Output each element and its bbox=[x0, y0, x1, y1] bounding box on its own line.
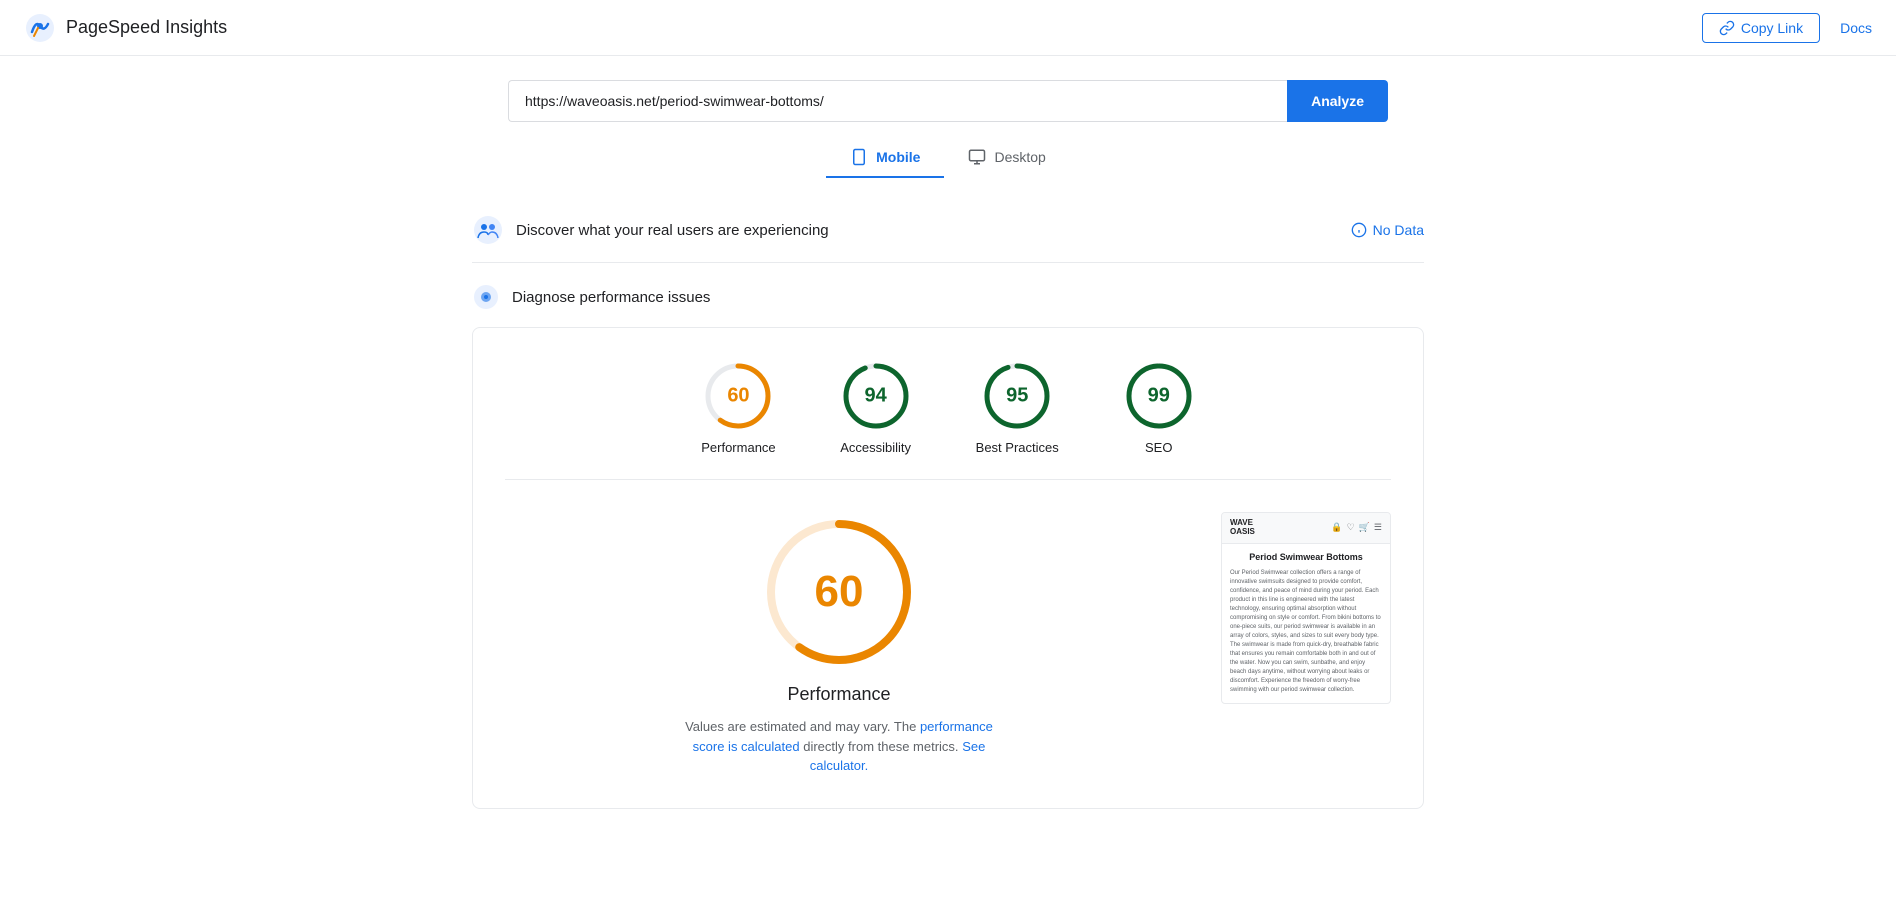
score-number-seo: 99 bbox=[1148, 385, 1170, 408]
menu-icon: ☰ bbox=[1374, 522, 1382, 533]
diagnose-text: Diagnose performance issues bbox=[512, 289, 710, 306]
discover-section: Discover what your real users are experi… bbox=[472, 198, 1424, 263]
score-item-seo[interactable]: 99 SEO bbox=[1123, 360, 1195, 455]
discover-text: Discover what your real users are experi… bbox=[516, 222, 829, 239]
analyze-button[interactable]: Analyze bbox=[1287, 80, 1388, 122]
preview-header-icons: 🔒 ♡ 🛒 ☰ bbox=[1331, 522, 1382, 533]
score-circle-best-practices: 95 bbox=[981, 360, 1053, 432]
large-perf-title: Performance bbox=[787, 684, 890, 705]
score-number-accessibility: 94 bbox=[865, 385, 887, 408]
url-input-wrap: Analyze bbox=[508, 80, 1388, 122]
no-data-label: No Data bbox=[1373, 222, 1424, 238]
perf-note: Values are estimated and may vary. The p… bbox=[669, 717, 1009, 776]
perf-note-text1: Values are estimated and may vary. The bbox=[685, 719, 916, 734]
preview-logo-line2: OASIS bbox=[1230, 528, 1255, 537]
main-content: Discover what your real users are experi… bbox=[448, 198, 1448, 809]
preview-logo: WAVE OASIS bbox=[1230, 519, 1255, 537]
score-number-performance: 60 bbox=[727, 385, 749, 408]
pagespeed-logo-icon bbox=[24, 12, 56, 44]
tabs-section: Mobile Desktop bbox=[0, 138, 1896, 178]
large-performance-gauge: 60 bbox=[759, 512, 919, 672]
preview-body: Period Swimwear Bottoms Our Period Swimw… bbox=[1222, 544, 1390, 704]
score-number-best-practices: 95 bbox=[1006, 385, 1028, 408]
info-icon bbox=[1351, 222, 1367, 238]
preview-page-title: Period Swimwear Bottoms bbox=[1230, 552, 1382, 564]
header-right: Copy Link Docs bbox=[1702, 13, 1872, 43]
perf-note-text3: directly from these metrics. bbox=[803, 739, 958, 754]
score-label-best-practices: Best Practices bbox=[976, 440, 1059, 455]
scores-row: 60 Performance 94 Accessibility bbox=[505, 360, 1391, 480]
desktop-icon bbox=[968, 148, 986, 166]
preview-col: WAVE OASIS 🔒 ♡ 🛒 ☰ Period Swimwear Botto… bbox=[1221, 512, 1391, 704]
score-circle-seo: 99 bbox=[1123, 360, 1195, 432]
score-item-accessibility[interactable]: 94 Accessibility bbox=[840, 360, 912, 455]
preview-thumbnail: WAVE OASIS 🔒 ♡ 🛒 ☰ Period Swimwear Botto… bbox=[1221, 512, 1391, 704]
score-item-best-practices[interactable]: 95 Best Practices bbox=[976, 360, 1059, 455]
perf-gauge-col: 60 Performance Values are estimated and … bbox=[505, 512, 1173, 776]
url-section: Analyze bbox=[0, 56, 1896, 138]
tab-desktop-label: Desktop bbox=[994, 149, 1045, 165]
tab-mobile-label: Mobile bbox=[876, 149, 920, 165]
tab-desktop[interactable]: Desktop bbox=[944, 138, 1069, 178]
perf-section: 60 Performance Values are estimated and … bbox=[505, 512, 1391, 776]
copy-link-button[interactable]: Copy Link bbox=[1702, 13, 1820, 43]
preview-header: WAVE OASIS 🔒 ♡ 🛒 ☰ bbox=[1222, 513, 1390, 544]
score-label-seo: SEO bbox=[1145, 440, 1172, 455]
score-label-accessibility: Accessibility bbox=[840, 440, 911, 455]
score-label-performance: Performance bbox=[701, 440, 775, 455]
preview-body-text: Our Period Swimwear collection offers a … bbox=[1230, 569, 1382, 695]
no-data-link[interactable]: No Data bbox=[1351, 222, 1424, 238]
discover-left: Discover what your real users are experi… bbox=[472, 214, 829, 246]
diagnose-icon bbox=[472, 283, 500, 311]
lock-icon: 🔒 bbox=[1331, 522, 1342, 533]
heart-icon: ♡ bbox=[1347, 522, 1355, 533]
large-score-number: 60 bbox=[815, 567, 864, 617]
header: PageSpeed Insights Copy Link Docs bbox=[0, 0, 1896, 56]
copy-link-label: Copy Link bbox=[1741, 20, 1803, 36]
header-left: PageSpeed Insights bbox=[24, 12, 227, 44]
score-item-performance[interactable]: 60 Performance bbox=[701, 360, 775, 455]
mobile-icon bbox=[850, 148, 868, 166]
url-input[interactable] bbox=[508, 80, 1287, 122]
link-icon bbox=[1719, 20, 1735, 36]
docs-link[interactable]: Docs bbox=[1840, 20, 1872, 36]
users-icon bbox=[472, 214, 504, 246]
diagnose-section: Diagnose performance issues bbox=[472, 283, 1424, 311]
app-title: PageSpeed Insights bbox=[66, 17, 227, 38]
tab-mobile[interactable]: Mobile bbox=[826, 138, 944, 178]
scores-card: 60 Performance 94 Accessibility bbox=[472, 327, 1424, 809]
score-circle-accessibility: 94 bbox=[840, 360, 912, 432]
score-circle-performance: 60 bbox=[702, 360, 774, 432]
cart-icon: 🛒 bbox=[1359, 522, 1370, 533]
